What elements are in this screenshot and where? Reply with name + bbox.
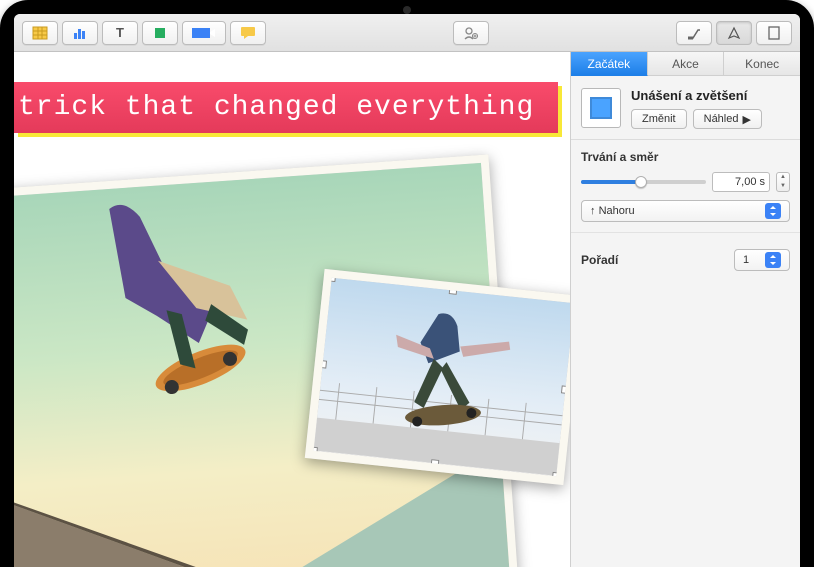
order-select[interactable]: 1 <box>734 249 790 271</box>
play-icon: ▶ <box>742 113 750 126</box>
arrow-up-icon: ↑ <box>590 205 596 217</box>
skater-figure <box>69 188 285 441</box>
order-value: 1 <box>743 254 749 266</box>
toolbar-comment-button[interactable] <box>230 21 266 45</box>
effect-name: Unášení a zvětšení <box>631 88 790 103</box>
selection-handle[interactable] <box>449 286 458 295</box>
direction-select[interactable]: ↑ Nahoru <box>581 200 790 222</box>
stepper-down-icon[interactable]: ▼ <box>777 182 789 191</box>
inspector-tabs: Začátek Akce Konec <box>571 52 800 76</box>
chevrons-icon <box>765 252 781 268</box>
inspector-panel: Začátek Akce Konec Unášení a zvětšení Zm… <box>570 52 800 567</box>
preview-button[interactable]: Náhled ▶ <box>693 109 762 129</box>
direction-value: Nahoru <box>599 205 635 217</box>
device-frame: T <box>0 0 814 567</box>
duration-field[interactable]: 7,00 s <box>712 172 770 192</box>
tab-action[interactable]: Akce <box>648 52 725 76</box>
skater2-figure <box>371 303 534 448</box>
toolbar-format-button[interactable] <box>676 21 712 45</box>
toolbar-shape-button[interactable] <box>142 21 178 45</box>
effect-preview-thumb <box>581 88 621 128</box>
order-label: Pořadí <box>581 253 618 267</box>
tab-start[interactable]: Začátek <box>571 52 648 76</box>
duration-slider[interactable] <box>581 180 706 184</box>
toolbar-media-button[interactable] <box>182 21 226 45</box>
selected-photo[interactable] <box>305 269 570 485</box>
selection-handle[interactable] <box>552 472 561 481</box>
preview-label: Náhled <box>704 113 739 125</box>
slide-canvas[interactable]: trick that changed everything <box>14 52 570 567</box>
toolbar-document-button[interactable] <box>756 21 792 45</box>
tab-end[interactable]: Konec <box>724 52 800 76</box>
toolbar-text-button[interactable]: T <box>102 21 138 45</box>
selection-handle[interactable] <box>309 446 318 455</box>
change-effect-button[interactable]: Změnit <box>631 109 687 129</box>
camera-dot <box>403 6 411 14</box>
toolbar-table-button[interactable] <box>22 21 58 45</box>
duration-section-label: Trvání a směr <box>581 150 790 164</box>
toolbar-collaborate-button[interactable] <box>453 21 489 45</box>
photo2-sky <box>314 278 570 477</box>
effect-section: Unášení a zvětšení Změnit Náhled ▶ <box>571 76 800 140</box>
duration-section: Trvání a směr 7,00 s ▲▼ ↑ Nahoru <box>571 140 800 232</box>
slider-knob[interactable] <box>635 176 647 188</box>
selection-handle[interactable] <box>327 273 336 282</box>
duration-stepper[interactable]: ▲▼ <box>776 172 790 192</box>
selection-handle[interactable] <box>431 459 440 468</box>
app-window: T <box>14 14 800 567</box>
toolbar: T <box>14 14 800 52</box>
stepper-up-icon[interactable]: ▲ <box>777 173 789 182</box>
toolbar-right-group <box>676 21 792 45</box>
order-section: Pořadí 1 <box>571 232 800 281</box>
selection-handle[interactable] <box>318 360 327 369</box>
toolbar-chart-button[interactable] <box>62 21 98 45</box>
slide-title-text[interactable]: trick that changed everything <box>14 82 558 133</box>
toolbar-left-group: T <box>22 21 266 45</box>
chevrons-icon <box>765 203 781 219</box>
selection-handle[interactable] <box>561 385 570 394</box>
toolbar-animate-button[interactable] <box>716 21 752 45</box>
